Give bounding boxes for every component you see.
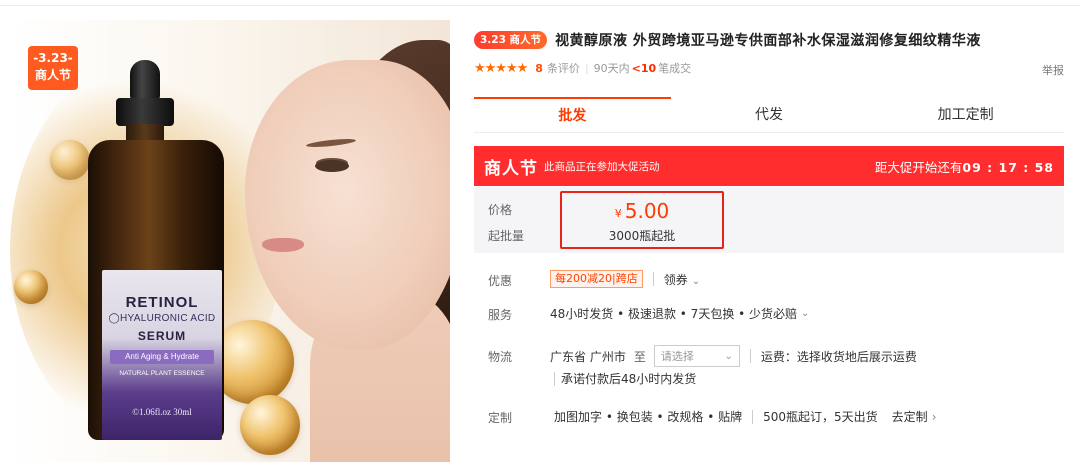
coupon-tag[interactable]: 每200减20|跨店 [550,270,643,288]
purchase-tabs: 批发 代发 加工定制 [474,97,1064,133]
festival-badge-date: -3.23- [33,51,73,65]
chevron-down-icon: ⌄ [691,275,701,287]
origin-location: 广东省 广州市 [550,349,626,364]
product-image[interactable]: RETINOL ◯HYALURONIC ACID SERUM Anti Agin… [10,20,450,462]
bottle-tag-text: Anti Aging & Hydrate [110,350,214,364]
tab-custom-processing[interactable]: 加工定制 [867,97,1064,132]
gold-bubble [14,270,48,304]
price-value: ¥5.00 [562,199,722,223]
gold-bubble [50,140,90,180]
countdown-label: 距大促开始还有 [874,159,963,175]
custom-label: 定制 [488,411,513,425]
promo-bar: 商人节 此商品正在参加大促活动 距大促开始还有09 : 17 : 58 [474,146,1064,186]
discount-label: 优惠 [488,274,513,288]
countdown-value: 09 : 17 : 58 [962,159,1054,175]
festival-title-badge: 3.23 商人节 [474,31,548,49]
bottle-brand-text: RETINOL [125,294,199,311]
service-text: 48小时发货 • 极速退款 • 7天包换 • 少货必赔 [550,307,798,321]
chevron-down-icon: ⌄ [801,308,810,319]
service-row[interactable]: 48小时发货 • 极速退款 • 7天包换 • 少货必赔 ⌄ [550,305,809,322]
freight-text: 运费：选择收货地后展示运费 [760,349,917,364]
bottle-sub-text: NATURAL PLANT ESSENCE [119,370,205,377]
days-label: 90天内 [593,62,630,75]
product-title: 视黄醇原液 外贸跨境亚马逊专供面部补水保湿滋润修复细纹精华液 [555,33,981,49]
custom-moq: 500瓶起订，5天出货 [763,410,878,424]
divider: | [584,61,589,75]
go-customize-link[interactable]: 去定制 › [892,408,937,425]
discount-row: 每200减20|跨店 领券 ⌄ [550,270,700,288]
price-number: 5.00 [624,199,670,223]
gold-bubble [240,395,300,455]
model-lips [262,238,304,252]
price-highlight-box: ¥5.00 3000瓶起批 [560,191,724,249]
product-title-row: 3.23 商人节 视黄醇原液 外贸跨境亚马逊专供面部补水保湿滋润修复细纹精华液 [474,30,981,50]
destination-select-placeholder: 请选择 [660,350,694,363]
divider [749,349,751,363]
custom-row: 加图加字 • 换包装 • 改规格 • 贴牌 500瓶起订，5天出货 去定制 › [554,408,937,425]
logistics-row: 广东省 广州市 至 请选择 ⌄ 运费：选择收货地后展示运费 [550,345,917,367]
currency-symbol: ¥ [614,207,622,220]
logistics-label: 物流 [488,350,513,364]
review-count[interactable]: 8 [535,62,543,75]
tab-dropship[interactable]: 代发 [671,97,868,132]
service-label: 服务 [488,308,513,322]
dropper-cap [130,60,160,100]
countdown: 距大促开始还有09 : 17 : 58 [875,157,1054,176]
rating-row: ★★★★★ 8 条评价 | 90天内 <10 笔成交 举报 [474,60,1064,78]
bottle-line3-text: SERUM [137,329,187,343]
product-detail-panel: 3.23 商人节 视黄醇原液 外贸跨境亚马逊专供面部补水保湿滋润修复细纹精华液 … [474,0,1064,472]
divider [554,371,555,386]
chevron-down-icon: ⌄ [724,350,733,362]
shipping-promise: 承诺付款后48小时内发货 [561,372,697,386]
divider [652,272,654,286]
festival-badge: -3.23- 商人节 [28,46,78,90]
model-eye [315,160,349,172]
shipping-promise-row: 承诺付款后48小时内发货 [554,370,696,387]
bottle-volume-text: ©1.06fl.oz 30ml [132,407,192,417]
drop-icon: ◯ [108,313,121,324]
price-label: 价格 [488,203,513,217]
go-customize-label: 去定制 [891,410,928,424]
model-face [245,60,450,350]
bottle-line2-text: ◯HYALURONIC ACID [108,313,216,324]
deals-label: 笔成交 [658,62,692,75]
dropper-collar [116,98,174,126]
price-box: 价格 起批量 ¥5.00 3000瓶起批 [474,187,1064,253]
to-label: 至 [633,349,646,364]
claim-coupon-button[interactable]: 领券 ⌄ [664,271,700,288]
custom-options: 加图加字 • 换包装 • 改规格 • 贴牌 [554,410,743,424]
promo-note: 此商品正在参加大促活动 [544,160,660,173]
deals-count: <10 [631,61,657,75]
chevron-right-icon: › [931,410,937,424]
promo-name: 商人节 [484,158,538,179]
divider [752,409,754,424]
report-link[interactable]: 举报 [1042,62,1064,78]
moq-value: 3000瓶起批 [608,229,676,243]
review-label[interactable]: 条评价 [547,60,580,76]
star-rating-icon: ★★★★★ [474,60,528,76]
festival-badge-name: 商人节 [34,68,71,82]
tab-wholesale[interactable]: 批发 [474,97,671,132]
moq-label: 起批量 [488,229,525,243]
destination-select[interactable]: 请选择 ⌄ [653,345,740,367]
claim-coupon-label: 领券 [663,272,688,287]
